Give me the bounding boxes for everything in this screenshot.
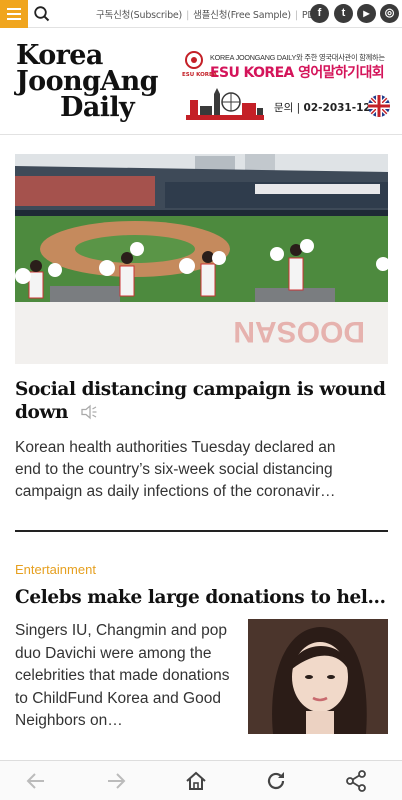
home-icon[interactable] <box>184 769 208 793</box>
subscribe-link[interactable]: 구독신청(Subscribe) <box>96 10 182 21</box>
svg-text:DOOSAN: DOOSAN <box>233 315 365 348</box>
facebook-icon[interactable]: f <box>310 4 329 23</box>
esu-emblem-icon <box>185 51 203 69</box>
lead-article-image[interactable]: DOOSAN <box>15 154 388 364</box>
free-sample-link[interactable]: 샘플신청(Free Sample) <box>193 10 291 21</box>
speaker-icon[interactable] <box>80 404 98 420</box>
back-arrow-icon[interactable] <box>24 769 48 793</box>
london-skyline-icon <box>186 88 264 120</box>
bottom-navigation <box>0 760 402 800</box>
refresh-icon[interactable] <box>264 769 288 793</box>
ad-emblem-label: ESU KOREA <box>182 72 218 78</box>
youtube-icon[interactable]: ▶ <box>357 4 376 23</box>
menu-button[interactable] <box>0 0 28 28</box>
article-summary[interactable]: Singers IU, Changmin and pop duo Davichi… <box>15 620 237 733</box>
top-bar: 구독신청(Subscribe)|샘플신청(Free Sample)|PDF f … <box>0 0 402 28</box>
article-thumbnail[interactable] <box>248 619 388 734</box>
ad-title: ESU KOREA 영어말하기대회 <box>210 65 385 81</box>
header-ad-banner[interactable]: KOREA JOONGANG DAILY와 주한 영국대사관이 함께하는 ESU… <box>180 48 394 126</box>
twitter-icon[interactable]: t <box>334 4 353 23</box>
top-links: 구독신청(Subscribe)|샘플신청(Free Sample)|PDF <box>96 7 320 21</box>
share-icon[interactable] <box>344 769 368 793</box>
instagram-icon[interactable]: ◎ <box>380 4 399 23</box>
section-divider <box>15 530 388 532</box>
lead-article-headline[interactable]: Social distancing campaign is wound down <box>15 378 388 424</box>
search-icon[interactable] <box>33 5 51 23</box>
article-headline[interactable]: Celebs make large donations to help… <box>15 585 388 611</box>
site-header: Korea JoongAng Daily KOREA JOONGANG DAIL… <box>0 29 402 135</box>
lead-article-summary[interactable]: Korean health authorities Tuesday declar… <box>15 437 388 503</box>
article-category[interactable]: Entertainment <box>15 562 96 577</box>
uk-flag-icon <box>368 95 390 117</box>
forward-arrow-icon[interactable] <box>104 769 128 793</box>
site-logo[interactable]: Korea JoongAng Daily <box>16 42 159 121</box>
